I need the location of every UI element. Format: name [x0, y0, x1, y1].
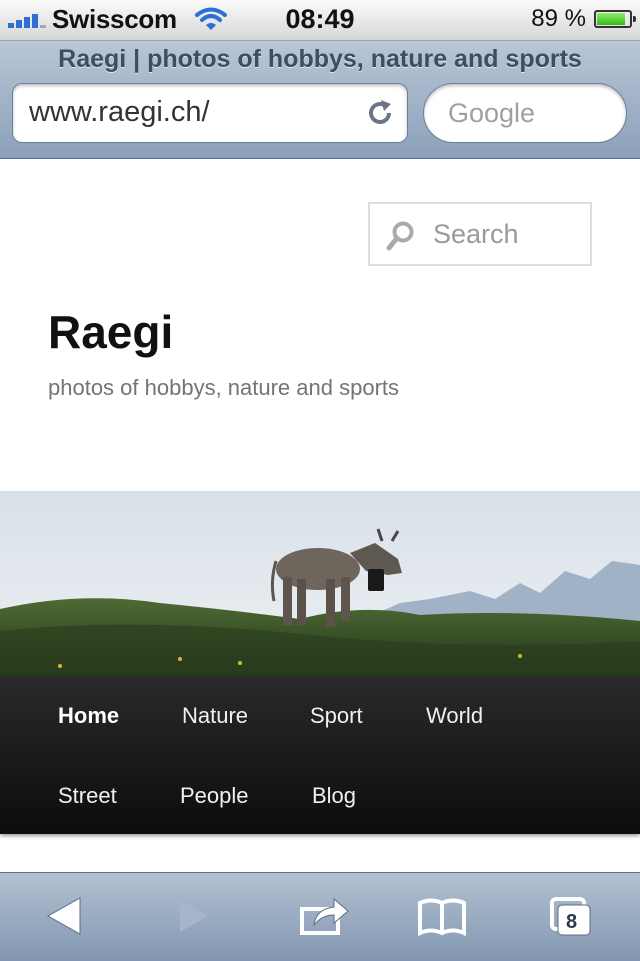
- page-title: Raegi | photos of hobbys, nature and spo…: [58, 45, 582, 73]
- browser-toolbar: Raegi | photos of hobbys, nature and spo…: [0, 41, 640, 159]
- nav-item-street[interactable]: Street: [58, 783, 117, 809]
- browser-bottom-toolbar: 8: [0, 872, 640, 961]
- battery-icon: [594, 10, 636, 28]
- main-navigation: Home Nature Sport World Street People Bl…: [0, 676, 640, 834]
- site-search-input[interactable]: Search: [368, 202, 592, 266]
- search-icon: [386, 221, 414, 251]
- nav-item-home[interactable]: Home: [58, 703, 119, 729]
- google-search-field[interactable]: Google: [423, 83, 627, 143]
- site-title[interactable]: Raegi: [48, 305, 173, 359]
- nav-item-people[interactable]: People: [180, 783, 249, 809]
- nav-item-nature[interactable]: Nature: [182, 703, 248, 729]
- tab-count: 8: [566, 911, 578, 933]
- tabs-button[interactable]: 8: [546, 891, 602, 941]
- forward-icon[interactable]: [164, 891, 220, 941]
- bookmarks-icon[interactable]: [414, 891, 470, 941]
- nav-item-blog[interactable]: Blog: [312, 783, 356, 809]
- nav-item-sport[interactable]: Sport: [310, 703, 363, 729]
- reload-icon[interactable]: [365, 98, 395, 128]
- header-image: [0, 491, 640, 676]
- status-bar: Swisscom 08:49 89 %: [0, 0, 640, 41]
- nav-item-world[interactable]: World: [426, 703, 483, 729]
- share-icon[interactable]: [296, 891, 352, 941]
- site-description: photos of hobbys, nature and sports: [48, 375, 400, 400]
- web-page: Search Raegi photos of hobbys, nature an…: [0, 159, 640, 872]
- url-text: www.raegi.ch/: [29, 96, 210, 128]
- search-placeholder: Search: [433, 219, 519, 249]
- address-bar[interactable]: www.raegi.ch/: [12, 83, 408, 143]
- back-icon[interactable]: [40, 891, 96, 941]
- battery-percent: 89 %: [531, 5, 586, 32]
